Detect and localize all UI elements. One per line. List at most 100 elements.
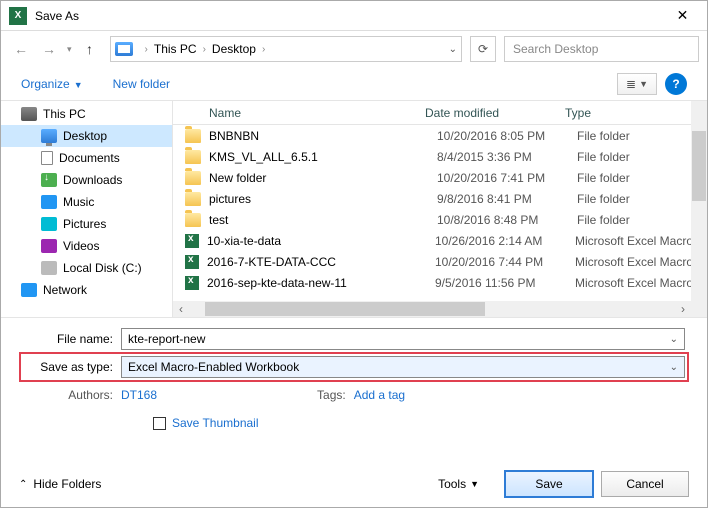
sidebar: This PC DesktopDocuments Downloads Music Pic… — [1, 101, 173, 317]
column-type[interactable]: Type — [565, 106, 707, 120]
organize-menu[interactable]: Organize▼ — [21, 77, 83, 91]
cancel-button[interactable]: Cancel — [601, 471, 689, 497]
sidebar-item-local-disk-c-[interactable]: Local Disk (C:) — [1, 257, 172, 279]
highlight-savetype: Save as type: Excel Macro-Enabled Workbo… — [19, 352, 689, 382]
column-name[interactable]: Name — [173, 106, 425, 120]
file-row[interactable]: New folder10/20/2016 7:41 PMFile folder — [173, 167, 707, 188]
close-button[interactable]: ✕ — [660, 2, 705, 30]
file-name: 2016-7-KTE-DATA-CCC — [207, 255, 435, 269]
chevron-up-icon: ⌃ — [19, 479, 27, 490]
breadcrumb[interactable]: › This PC › Desktop › ⌄ — [110, 36, 462, 62]
file-pane: Name Date modified Type BNBNBN10/20/2016… — [173, 101, 707, 317]
chevron-right-icon[interactable]: › — [145, 44, 148, 55]
chevron-down-icon[interactable]: ⌄ — [670, 334, 678, 345]
sidebar-item-label: This PC — [43, 107, 86, 121]
scroll-thumb[interactable] — [692, 131, 706, 201]
back-button[interactable]: ← — [9, 37, 33, 61]
window-title: Save As — [35, 9, 660, 23]
save-thumbnail-checkbox[interactable] — [153, 417, 166, 430]
vertical-scrollbar[interactable] — [691, 101, 707, 317]
net-icon — [21, 283, 37, 297]
sidebar-item-label: Downloads — [63, 173, 122, 187]
file-date: 8/4/2015 3:36 PM — [437, 150, 577, 164]
footer: ⌃ Hide Folders Tools ▼ Save Cancel — [1, 461, 707, 507]
scroll-right-icon[interactable]: › — [675, 302, 691, 316]
horizontal-scrollbar[interactable]: ‹ › — [173, 301, 691, 317]
file-row[interactable]: 2016-7-KTE-DATA-CCC10/20/2016 7:44 PMMic… — [173, 251, 707, 272]
down-icon — [41, 173, 57, 187]
file-date: 10/8/2016 8:48 PM — [437, 213, 577, 227]
breadcrumb-dropdown[interactable]: ⌄ — [449, 44, 457, 55]
save-form: File name: kte-report-new ⌄ Save as type… — [1, 317, 707, 440]
file-row[interactable]: pictures9/8/2016 8:41 PMFile folder — [173, 188, 707, 209]
filename-input[interactable]: kte-report-new ⌄ — [121, 328, 685, 350]
file-date: 10/20/2016 7:41 PM — [437, 171, 577, 185]
file-date: 9/8/2016 8:41 PM — [437, 192, 577, 206]
file-row[interactable]: BNBNBN10/20/2016 8:05 PMFile folder — [173, 125, 707, 146]
sidebar-item-desktop[interactable]: Desktop — [1, 125, 172, 147]
file-date: 9/5/2016 11:56 PM — [435, 276, 575, 290]
file-date: 10/26/2016 2:14 AM — [435, 234, 575, 248]
file-type: Microsoft Excel Macro- — [575, 255, 707, 269]
column-date[interactable]: Date modified — [425, 106, 565, 120]
savetype-select[interactable]: Excel Macro-Enabled Workbook ⌄ — [121, 356, 685, 378]
file-name: BNBNBN — [209, 129, 437, 143]
view-options-button[interactable]: ≣ ▼ — [617, 73, 657, 95]
chevron-down-icon[interactable]: ⌄ — [670, 362, 678, 373]
authors-value[interactable]: DT168 — [121, 388, 157, 402]
breadcrumb-item[interactable]: Desktop — [212, 42, 256, 56]
save-thumbnail-label[interactable]: Save Thumbnail — [172, 416, 259, 430]
tags-label: Tags: — [317, 388, 354, 402]
authors-label: Authors: — [23, 388, 121, 402]
new-folder-button[interactable]: New folder — [113, 77, 170, 91]
refresh-button[interactable]: ⟳ — [470, 36, 496, 62]
sidebar-item-label: Pictures — [63, 217, 106, 231]
excel-file-icon — [185, 276, 199, 290]
sidebar-item-this-pc[interactable]: This PC — [1, 103, 172, 125]
chevron-right-icon[interactable]: › — [262, 44, 265, 55]
pic-icon — [41, 217, 57, 231]
file-row[interactable]: KMS_VL_ALL_6.5.18/4/2015 3:36 PMFile fol… — [173, 146, 707, 167]
file-list: BNBNBN10/20/2016 8:05 PMFile folderKMS_V… — [173, 125, 707, 293]
thumbnail-row: Save Thumbnail — [23, 416, 685, 430]
help-button[interactable]: ? — [665, 73, 687, 95]
scroll-left-icon[interactable]: ‹ — [173, 302, 189, 316]
breadcrumb-item[interactable]: This PC — [154, 42, 197, 56]
excel-icon: X — [9, 7, 27, 25]
file-type: Microsoft Excel Macro- — [575, 276, 707, 290]
music-icon — [41, 195, 57, 209]
history-dropdown[interactable]: ▾ — [65, 44, 74, 55]
file-date: 10/20/2016 8:05 PM — [437, 129, 577, 143]
file-type: File folder — [577, 171, 707, 185]
scroll-thumb[interactable] — [205, 302, 485, 316]
search-input[interactable]: Search Desktop — [504, 36, 699, 62]
file-name: 10-xia-te-data — [207, 234, 435, 248]
folder-icon — [185, 213, 201, 227]
file-row[interactable]: 2016-sep-kte-data-new-119/5/2016 11:56 P… — [173, 272, 707, 293]
file-type: File folder — [577, 129, 707, 143]
sidebar-item-documents[interactable]: Documents — [1, 147, 172, 169]
up-button[interactable]: ↑ — [78, 37, 102, 61]
column-headers: Name Date modified Type — [173, 101, 707, 125]
file-name: test — [209, 213, 437, 227]
folder-icon — [185, 171, 201, 185]
folder-icon — [185, 192, 201, 206]
save-button[interactable]: Save — [505, 471, 593, 497]
doc-icon — [41, 151, 53, 165]
sidebar-item-music[interactable]: Music — [1, 191, 172, 213]
tools-menu[interactable]: Tools ▼ — [438, 477, 479, 491]
file-type: File folder — [577, 192, 707, 206]
hide-folders-button[interactable]: ⌃ Hide Folders — [19, 477, 101, 491]
sidebar-item-label: Network — [43, 283, 87, 297]
sidebar-item-network[interactable]: Network — [1, 279, 172, 301]
sidebar-item-label: Videos — [63, 239, 99, 253]
sidebar-item-downloads[interactable]: Downloads — [1, 169, 172, 191]
tags-value[interactable]: Add a tag — [354, 388, 405, 402]
file-row[interactable]: test10/8/2016 8:48 PMFile folder — [173, 209, 707, 230]
sidebar-item-videos[interactable]: Videos — [1, 235, 172, 257]
sidebar-item-pictures[interactable]: Pictures — [1, 213, 172, 235]
disk-icon — [41, 261, 57, 275]
chevron-right-icon[interactable]: › — [203, 44, 206, 55]
forward-button[interactable]: → — [37, 37, 61, 61]
file-row[interactable]: 10-xia-te-data10/26/2016 2:14 AMMicrosof… — [173, 230, 707, 251]
